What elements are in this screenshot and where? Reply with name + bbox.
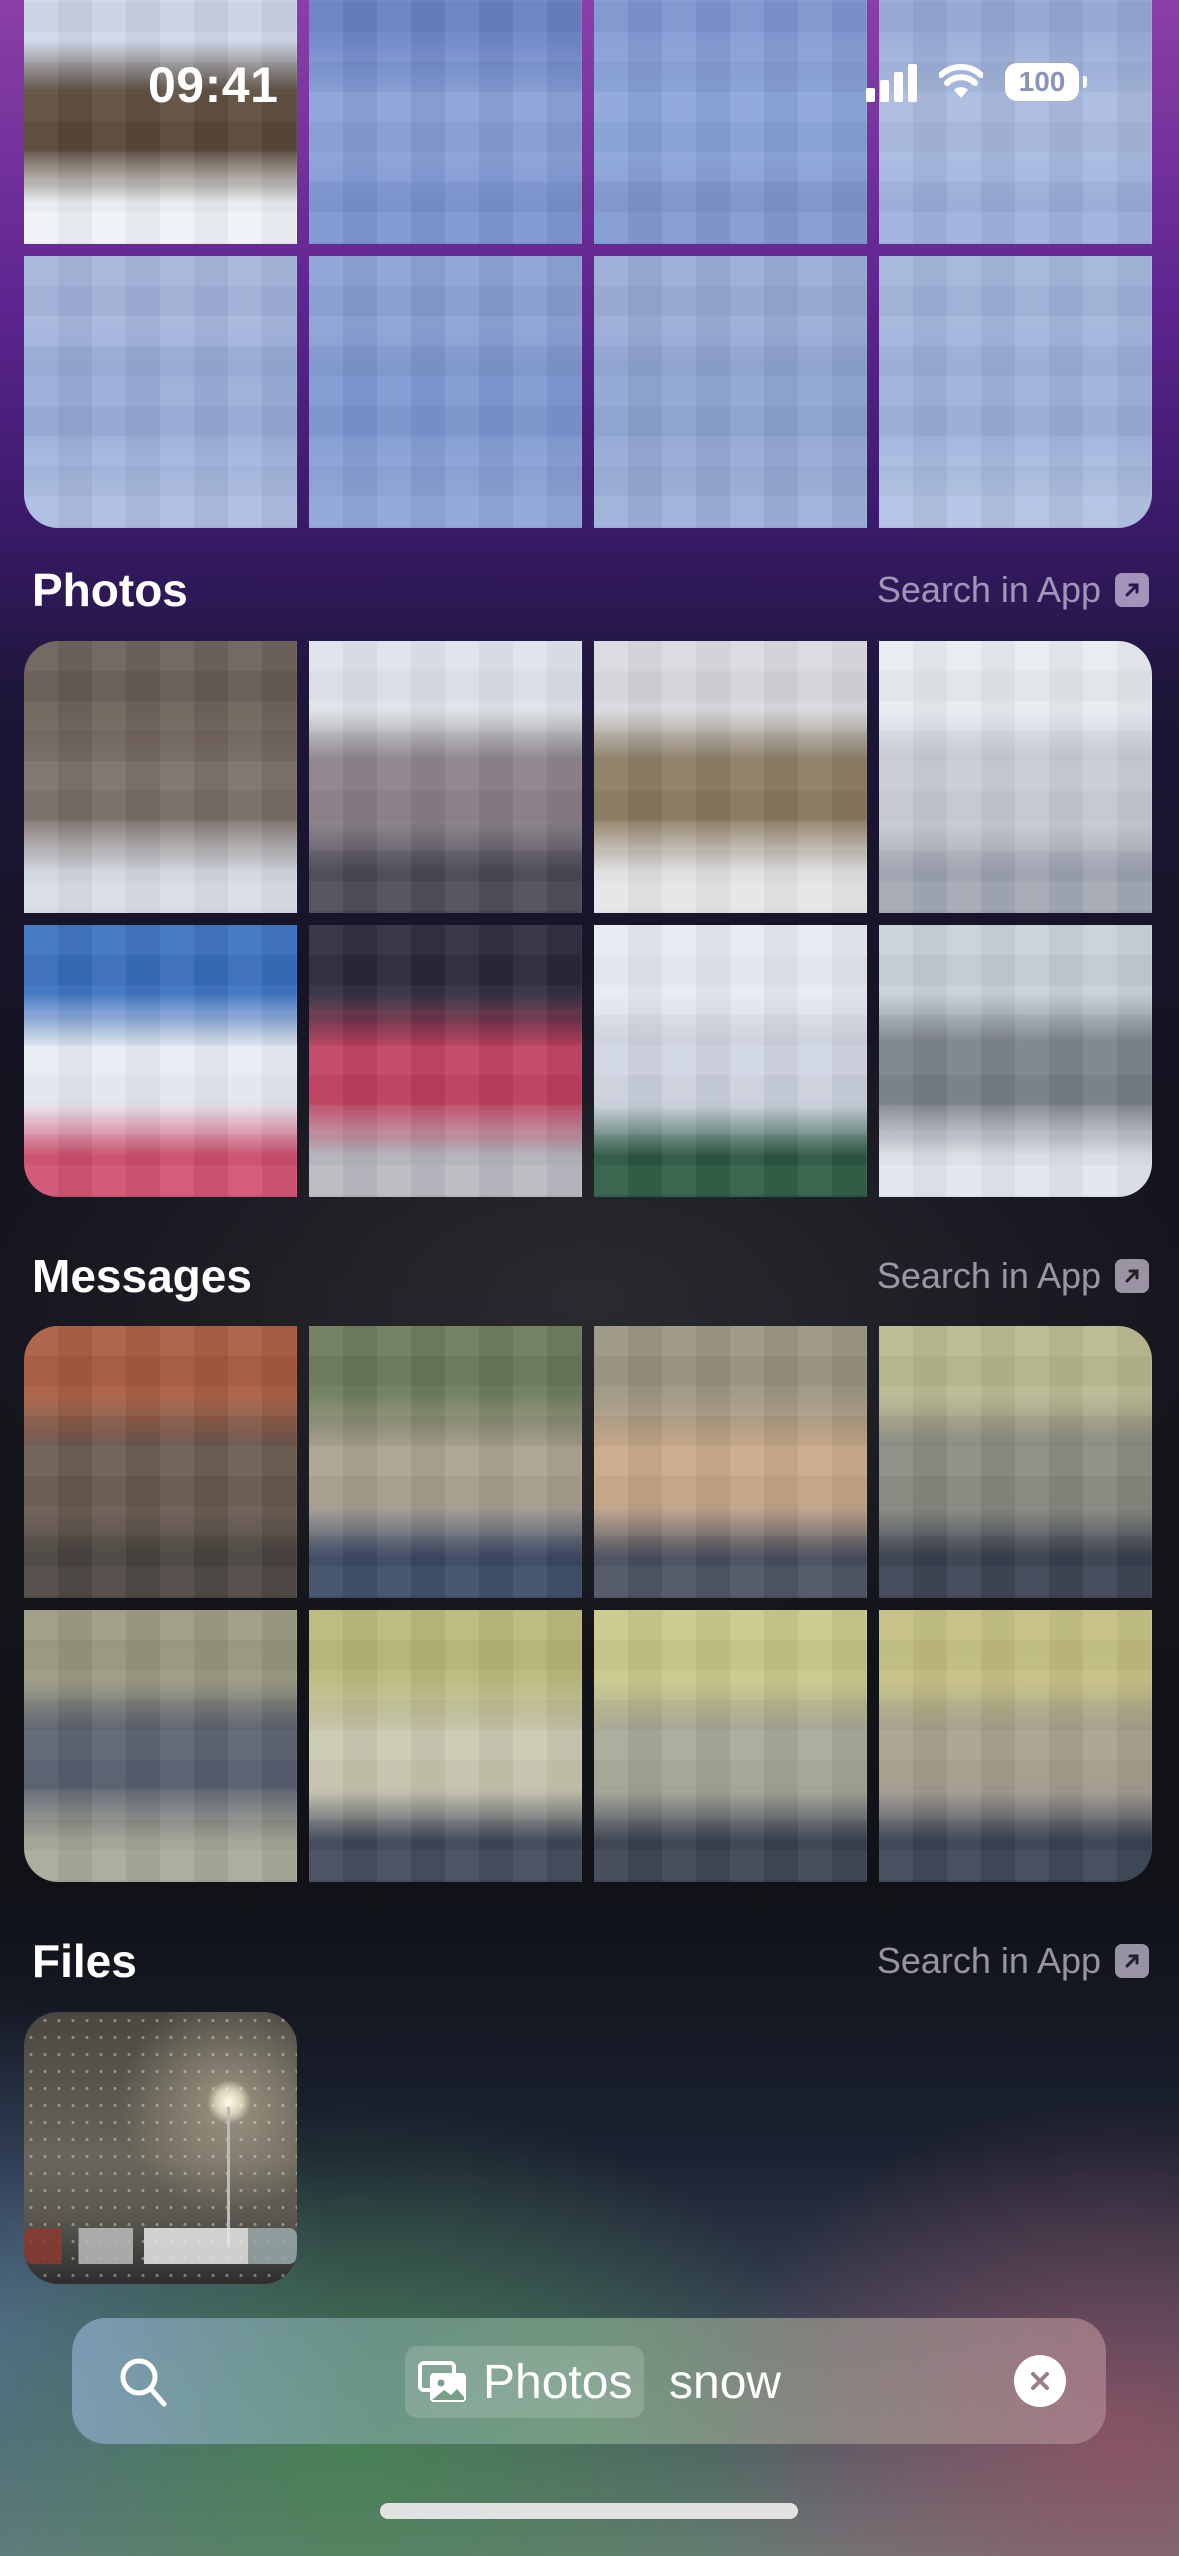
photo-result-thumbnail[interactable] <box>24 925 297 1197</box>
search-in-app-label: Search in App <box>876 1940 1101 1981</box>
cellular-signal-icon <box>866 62 917 102</box>
message-result-thumbnail[interactable] <box>594 1610 867 1882</box>
open-in-app-arrow-icon <box>1115 1944 1149 1978</box>
photo-result-thumbnail[interactable] <box>24 641 297 913</box>
message-result-thumbnail[interactable] <box>24 1326 297 1598</box>
lamp-post <box>227 2107 230 2247</box>
section-header-photos: Photos Search in App <box>32 560 1149 620</box>
pixelation-overlay <box>594 1610 867 1882</box>
message-result-thumbnail[interactable] <box>309 1610 582 1882</box>
parked-cars <box>24 2228 297 2264</box>
open-in-app-arrow-icon <box>1115 573 1149 607</box>
pixelation-overlay <box>24 256 297 528</box>
section-title: Photos <box>32 564 188 616</box>
pixelation-overlay <box>879 925 1152 1197</box>
status-icons: 100 <box>866 62 1087 102</box>
pixelation-overlay <box>594 1326 867 1598</box>
open-in-app-arrow-icon <box>1115 1259 1149 1293</box>
message-result-thumbnail[interactable] <box>594 1326 867 1598</box>
pixelation-overlay <box>309 256 582 528</box>
pixelation-overlay <box>309 1610 582 1882</box>
photos-results-grid <box>24 641 1152 1197</box>
pixelation-overlay <box>594 256 867 528</box>
scope-token-photos[interactable]: Photos <box>405 2346 645 2418</box>
battery-icon: 100 <box>1005 63 1087 101</box>
status-time: 09:41 <box>148 57 279 113</box>
messages-results-grid <box>24 1326 1152 1882</box>
search-bar[interactable]: Photos snow <box>72 2318 1106 2444</box>
scope-token-label: Photos <box>483 2355 633 2409</box>
section-header-files: Files Search in App <box>32 1931 1149 1991</box>
file-result-thumbnail[interactable] <box>24 2012 297 2284</box>
pixelation-overlay <box>879 1610 1152 1882</box>
photo-result-thumbnail[interactable] <box>309 641 582 913</box>
top-result-thumbnail[interactable] <box>879 256 1152 528</box>
photo-result-thumbnail[interactable] <box>594 925 867 1197</box>
search-in-app-button[interactable]: Search in App <box>877 569 1149 611</box>
photo-result-thumbnail[interactable] <box>594 641 867 913</box>
top-result-thumbnail[interactable] <box>594 256 867 528</box>
pixelation-overlay <box>594 925 867 1197</box>
pixelation-overlay <box>879 641 1152 913</box>
search-in-app-label: Search in App <box>876 1255 1101 1296</box>
pixelation-overlay <box>24 641 297 913</box>
photo-result-thumbnail[interactable] <box>879 641 1152 913</box>
home-indicator[interactable] <box>380 2503 798 2519</box>
clear-x-icon <box>1031 2372 1049 2390</box>
pixelation-overlay <box>309 1326 582 1598</box>
section-header-messages: Messages Search in App <box>32 1246 1149 1306</box>
battery-level: 100 <box>1018 66 1066 97</box>
photos-stack-icon <box>418 2361 466 2402</box>
pixelation-overlay <box>24 1610 297 1882</box>
photo-result-thumbnail[interactable] <box>879 925 1152 1197</box>
search-in-app-button[interactable]: Search in App <box>877 1940 1149 1982</box>
pixelation-overlay <box>309 641 582 913</box>
wifi-icon <box>939 64 983 98</box>
message-result-thumbnail[interactable] <box>879 1610 1152 1882</box>
pixelation-overlay <box>24 1326 297 1598</box>
message-result-thumbnail[interactable] <box>24 1610 297 1882</box>
top-result-thumbnail[interactable] <box>309 256 582 528</box>
section-title: Messages <box>32 1250 252 1302</box>
pixelation-overlay <box>594 641 867 913</box>
photo-result-thumbnail[interactable] <box>309 925 582 1197</box>
clear-search-button[interactable] <box>1014 2355 1066 2407</box>
search-icon <box>120 2358 167 2407</box>
pixelation-overlay <box>309 925 582 1197</box>
message-result-thumbnail[interactable] <box>879 1326 1152 1598</box>
pixelation-overlay <box>24 925 297 1197</box>
pixelation-overlay <box>879 256 1152 528</box>
status-bar: 09:41 100 <box>0 0 1179 140</box>
search-in-app-label: Search in App <box>876 569 1101 610</box>
search-query-input[interactable]: snow <box>669 2346 781 2418</box>
message-result-thumbnail[interactable] <box>309 1326 582 1598</box>
pixelation-overlay <box>879 1326 1152 1598</box>
search-in-app-button[interactable]: Search in App <box>877 1255 1149 1297</box>
top-result-thumbnail[interactable] <box>24 256 297 528</box>
section-title: Files <box>32 1935 137 1987</box>
